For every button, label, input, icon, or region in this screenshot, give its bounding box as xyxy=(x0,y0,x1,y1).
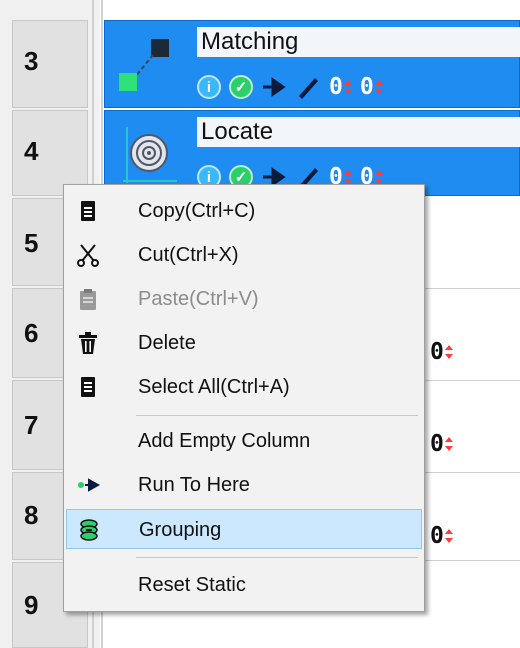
pin-icon[interactable] xyxy=(261,77,287,97)
spinner-icon xyxy=(374,77,383,97)
menu-item-label: Add Empty Column xyxy=(138,430,311,452)
menu-item-label: Run To Here xyxy=(138,474,250,496)
row-8-counter[interactable]: 0 xyxy=(430,524,453,548)
menu-item-label: Cut(Ctrl+X) xyxy=(138,244,239,266)
menu-item-add-empty-column[interactable]: Add Empty Column xyxy=(66,421,422,461)
row-7-counter[interactable]: 0 xyxy=(430,432,453,456)
matching-icon xyxy=(119,39,169,91)
step-toolbar: i ✓ 0 0 xyxy=(197,73,383,101)
menu-item-run-to-here[interactable]: Run To Here xyxy=(66,465,422,505)
row-number: 8 xyxy=(24,500,39,530)
select-all-icon xyxy=(81,377,95,397)
spinner-icon xyxy=(444,342,453,362)
menu-item-copy[interactable]: Copy(Ctrl+C) xyxy=(66,191,422,231)
row-6-counter[interactable]: 0 xyxy=(430,340,453,364)
row-number: 3 xyxy=(24,46,39,76)
run-to-here-icon xyxy=(78,478,100,492)
row-number: 6 xyxy=(24,318,39,348)
context-menu: Copy(Ctrl+C) Cut(Ctrl+X) Paste(Ctrl+V) D… xyxy=(63,184,425,612)
menu-item-grouping[interactable]: Grouping xyxy=(66,509,422,549)
row-number: 4 xyxy=(24,136,39,166)
check-icon[interactable]: ✓ xyxy=(229,75,253,99)
counter-a[interactable]: 0 xyxy=(329,75,352,99)
menu-item-label: Delete xyxy=(138,332,196,354)
row-number: 5 xyxy=(24,228,39,258)
menu-item-paste[interactable]: Paste(Ctrl+V) xyxy=(66,279,422,319)
trash-icon xyxy=(79,332,97,354)
copy-icon xyxy=(81,201,95,221)
spinner-icon xyxy=(444,434,453,454)
spinner-icon xyxy=(444,526,453,546)
menu-separator xyxy=(136,557,418,558)
menu-item-delete[interactable]: Delete xyxy=(66,323,422,363)
menu-item-label: Select All(Ctrl+A) xyxy=(138,376,290,398)
row-number: 7 xyxy=(24,410,39,440)
locate-target-icon xyxy=(123,127,177,183)
menu-item-reset-static[interactable]: Reset Static xyxy=(66,565,422,605)
pencil-icon[interactable] xyxy=(295,74,321,100)
menu-item-label: Reset Static xyxy=(138,574,246,596)
spinner-icon xyxy=(343,77,352,97)
row-number: 9 xyxy=(24,590,39,620)
info-icon[interactable]: i xyxy=(197,75,221,99)
step-title[interactable]: Matching xyxy=(197,27,520,57)
menu-item-label: Paste(Ctrl+V) xyxy=(138,288,259,310)
menu-item-label: Copy(Ctrl+C) xyxy=(138,200,256,222)
counter-b[interactable]: 0 xyxy=(360,75,383,99)
menu-item-label: Grouping xyxy=(139,519,222,541)
menu-item-select-all[interactable]: Select All(Ctrl+A) xyxy=(66,367,422,407)
step-card-matching[interactable]: Matching i ✓ 0 0 xyxy=(104,20,520,108)
paste-icon xyxy=(80,289,96,310)
grouping-icon xyxy=(80,519,98,541)
step-title[interactable]: Locate xyxy=(197,117,520,147)
menu-separator xyxy=(136,415,418,416)
cut-icon xyxy=(77,244,99,267)
menu-item-cut[interactable]: Cut(Ctrl+X) xyxy=(66,235,422,275)
